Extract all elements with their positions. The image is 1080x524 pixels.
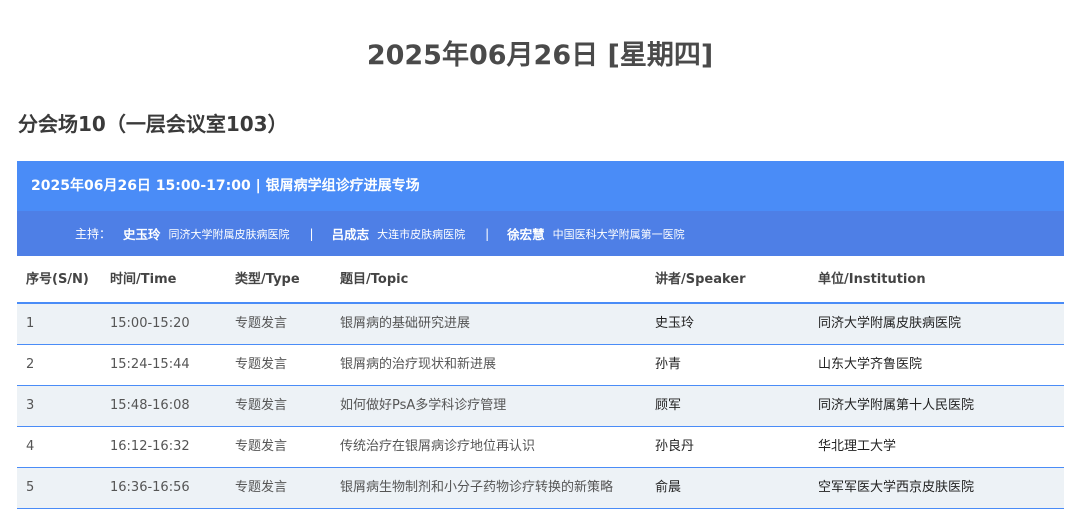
cell-sn: 2 bbox=[26, 357, 35, 372]
hosts-bar: 主持： 史玉玲 同济大学附属皮肤病医院 | 吕成志 大连市皮肤病医院 | 徐宏慧… bbox=[17, 211, 1064, 256]
page-date-title: 2025年06月26日 [星期四] bbox=[366, 40, 714, 71]
cell-speaker: 顾军 bbox=[655, 398, 682, 413]
cell-speaker: 俞晨 bbox=[655, 480, 682, 495]
cell-speaker: 孙青 bbox=[655, 357, 682, 372]
host-name: 徐宏慧 bbox=[507, 227, 545, 242]
header-sn: 序号(S/N) bbox=[26, 272, 89, 287]
hosts-label: 主持： bbox=[75, 227, 112, 241]
header-time: 时间/Time bbox=[110, 272, 177, 287]
venue-title: 分会场10（一层会议室103） bbox=[18, 112, 288, 136]
table-row: 2 15:24-15:44 专题发言 银屑病的治疗现状和新进展 孙青 山东大学齐… bbox=[17, 345, 1064, 386]
cell-topic: 如何做好PsA多学科诊疗管理 bbox=[340, 398, 507, 413]
cell-sn: 5 bbox=[26, 480, 35, 495]
cell-sn: 4 bbox=[26, 439, 35, 454]
table-row: 4 16:12-16:32 专题发言 传统治疗在银屑病诊疗地位再认识 孙良丹 华… bbox=[17, 427, 1064, 468]
host-separator: | bbox=[309, 226, 314, 241]
schedule-table: 序号(S/N) 时间/Time 类型/Type 题目/Topic 讲者/Spea… bbox=[17, 258, 1064, 509]
host-org: 同济大学附属皮肤病医院 bbox=[168, 227, 290, 241]
cell-speaker: 孙良丹 bbox=[655, 439, 695, 454]
cell-type: 专题发言 bbox=[235, 480, 288, 495]
host-org: 中国医科大学附属第一医院 bbox=[552, 227, 685, 241]
cell-institution: 空军军医大学西京皮肤医院 bbox=[818, 480, 975, 495]
cell-time: 16:36-16:56 bbox=[110, 480, 190, 495]
cell-time: 16:12-16:32 bbox=[110, 439, 190, 454]
header-type: 类型/Type bbox=[235, 272, 300, 287]
cell-type: 专题发言 bbox=[235, 439, 288, 454]
cell-institution: 华北理工大学 bbox=[818, 439, 897, 454]
header-topic: 题目/Topic bbox=[340, 272, 409, 287]
cell-sn: 3 bbox=[26, 398, 35, 413]
host-org: 大连市皮肤病医院 bbox=[377, 227, 466, 241]
table-row: 5 16:36-16:56 专题发言 银屑病生物制剂和小分子药物诊疗转换的新策略… bbox=[17, 468, 1064, 509]
table-row: 3 15:48-16:08 专题发言 如何做好PsA多学科诊疗管理 顾军 同济大… bbox=[17, 386, 1064, 427]
session-header: 2025年06月26日 15:00-17:00 | 银屑病学组诊疗进展专场 bbox=[17, 161, 1064, 211]
cell-type: 专题发言 bbox=[235, 398, 288, 413]
table-row: 1 15:00-15:20 专题发言 银屑病的基础研究进展 史玉玲 同济大学附属… bbox=[17, 304, 1064, 345]
cell-institution: 同济大学附属皮肤病医院 bbox=[818, 316, 962, 331]
header-speaker: 讲者/Speaker bbox=[655, 272, 746, 287]
cell-topic: 银屑病的基础研究进展 bbox=[340, 316, 471, 331]
host-name: 吕成志 bbox=[331, 227, 370, 242]
cell-time: 15:00-15:20 bbox=[110, 316, 190, 331]
cell-topic: 传统治疗在银屑病诊疗地位再认识 bbox=[340, 439, 536, 454]
cell-sn: 1 bbox=[26, 316, 35, 331]
session-title: 2025年06月26日 15:00-17:00 | 银屑病学组诊疗进展专场 bbox=[31, 178, 420, 194]
cell-institution: 同济大学附属第十人民医院 bbox=[818, 398, 975, 413]
table-header-row: 序号(S/N) 时间/Time 类型/Type 题目/Topic 讲者/Spea… bbox=[17, 258, 1064, 304]
header-institution: 单位/Institution bbox=[818, 272, 926, 287]
cell-speaker: 史玉玲 bbox=[655, 316, 695, 331]
cell-time: 15:48-16:08 bbox=[110, 398, 190, 413]
cell-time: 15:24-15:44 bbox=[110, 357, 190, 372]
cell-topic: 银屑病的治疗现状和新进展 bbox=[340, 357, 497, 372]
cell-topic: 银屑病生物制剂和小分子药物诊疗转换的新策略 bbox=[340, 480, 614, 495]
cell-type: 专题发言 bbox=[235, 316, 288, 331]
cell-institution: 山东大学齐鲁医院 bbox=[818, 357, 923, 372]
cell-type: 专题发言 bbox=[235, 357, 288, 372]
host-separator: | bbox=[485, 226, 490, 241]
host-name: 史玉玲 bbox=[123, 227, 161, 242]
